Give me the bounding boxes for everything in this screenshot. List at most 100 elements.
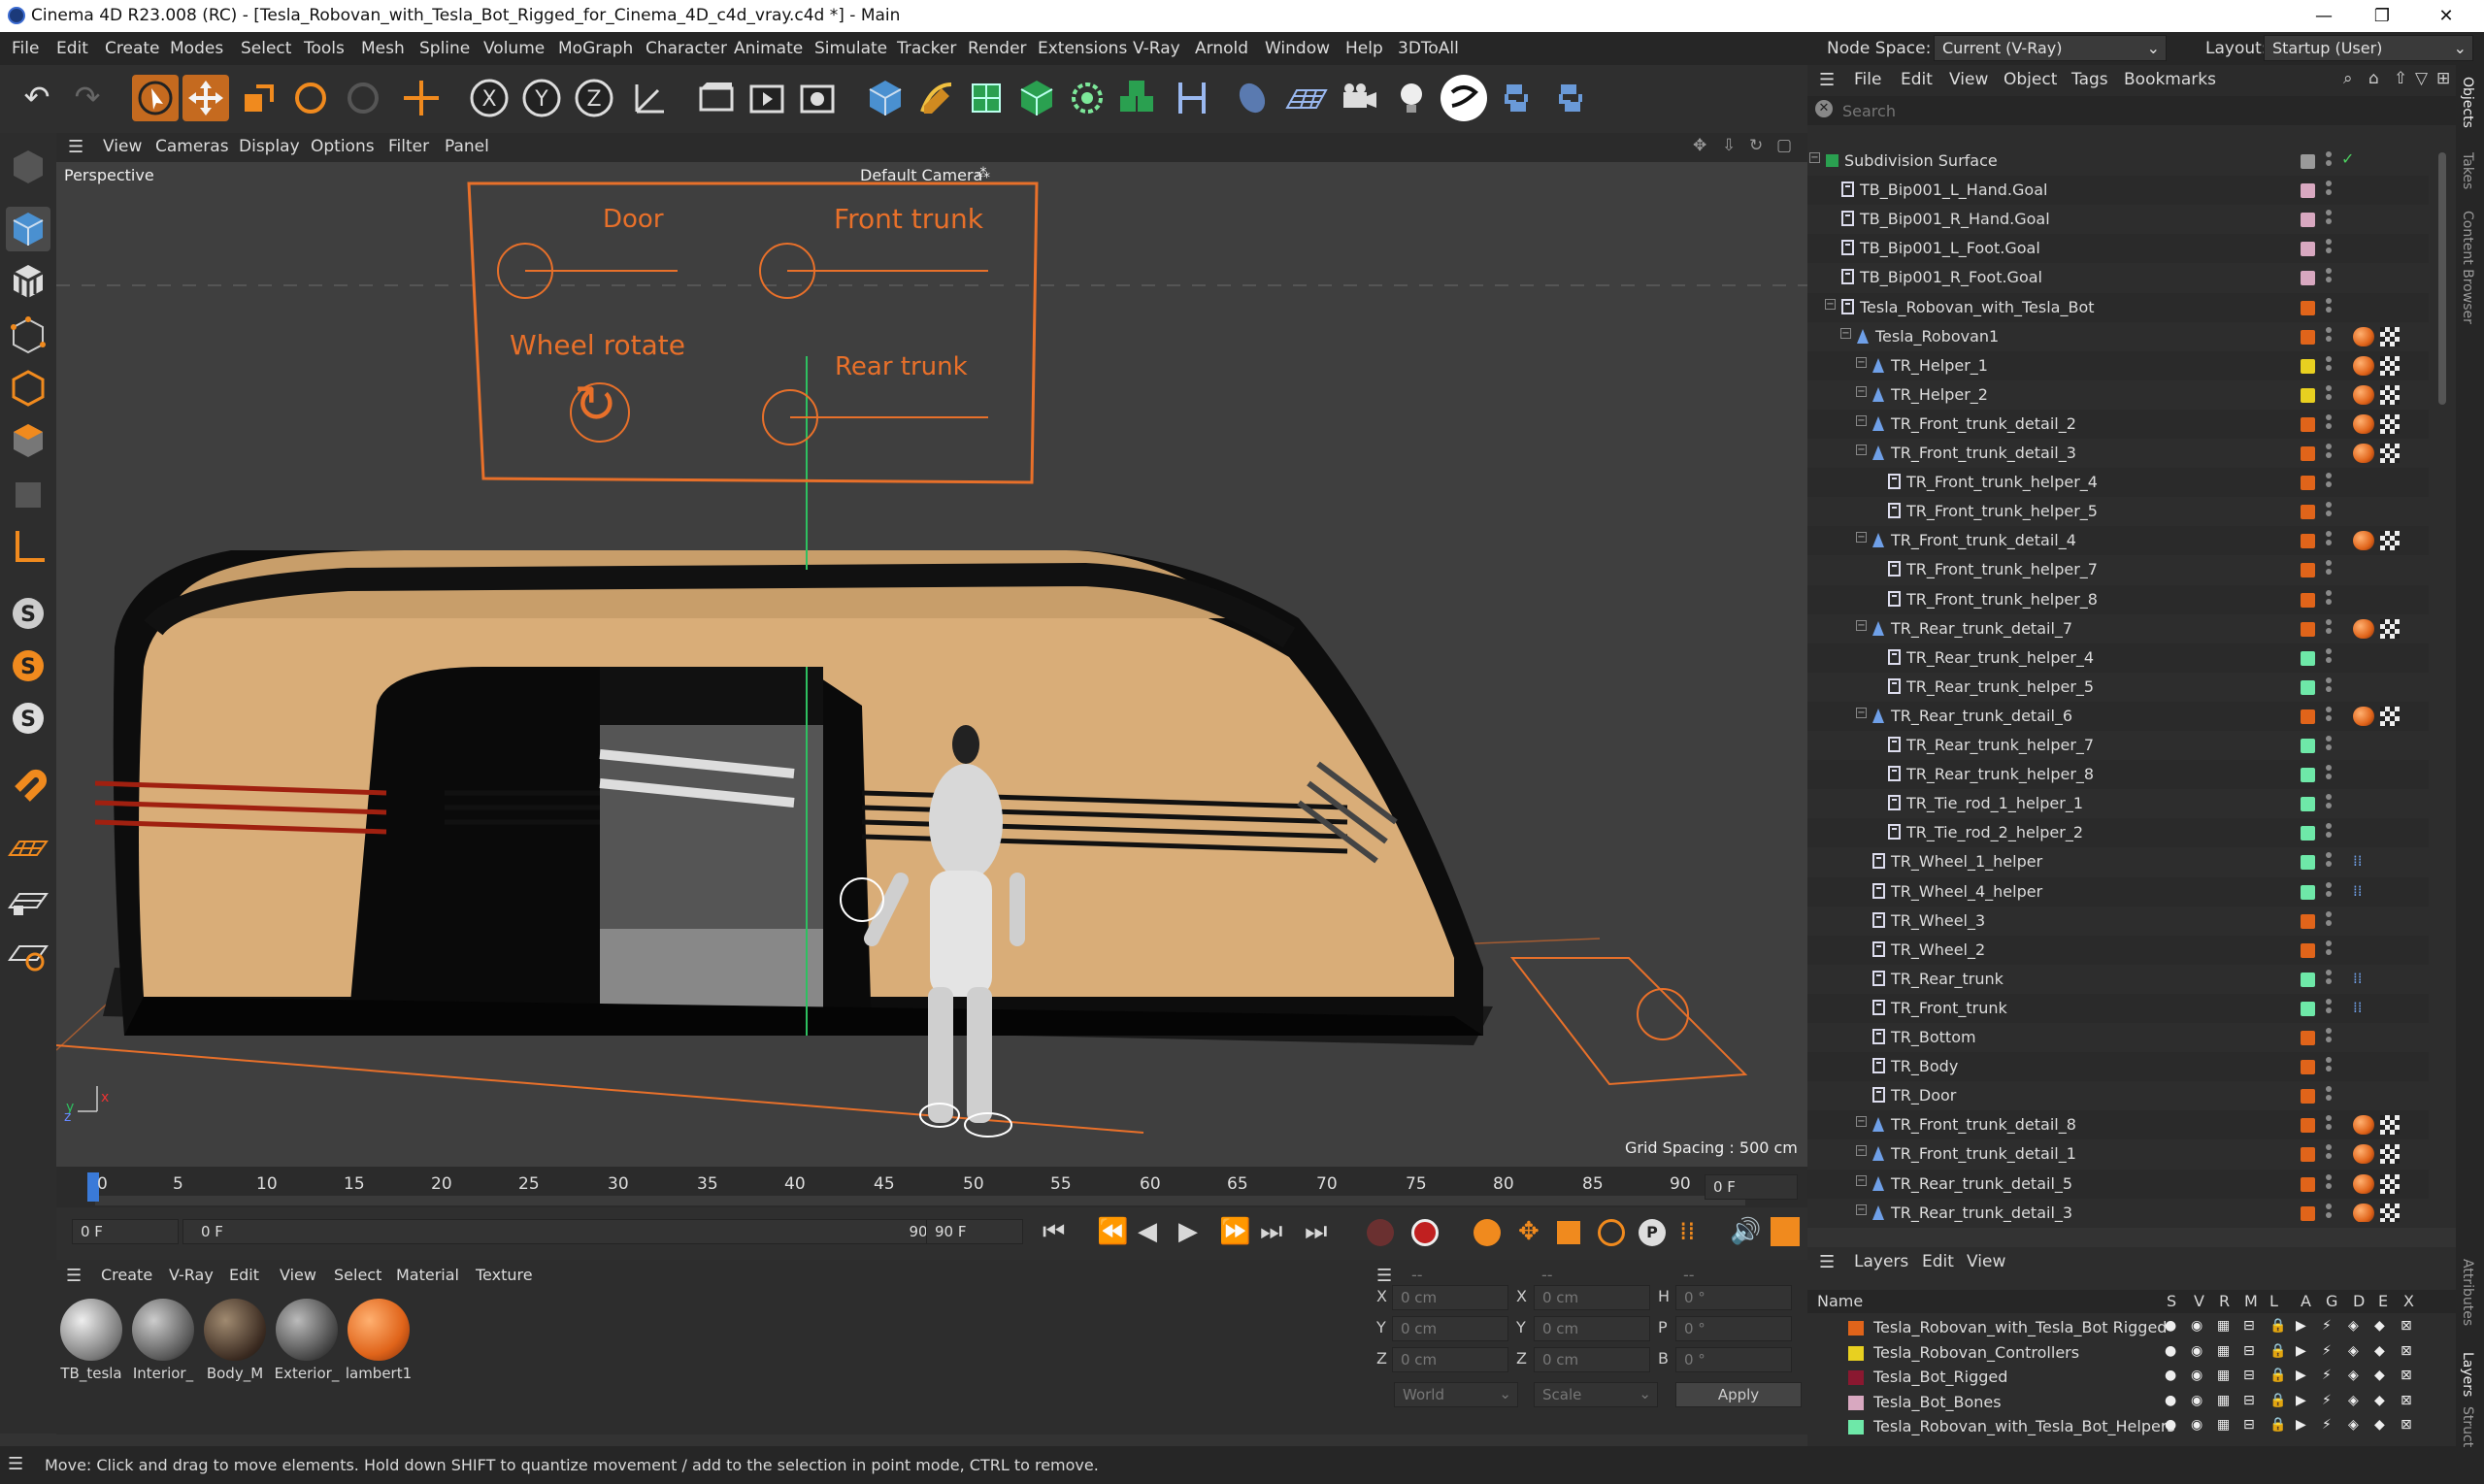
add-panel-icon[interactable]: ⊞ — [2436, 69, 2450, 88]
orbit-view-icon[interactable]: ↻ — [1749, 136, 1763, 155]
expand-toggle-icon[interactable]: − — [1856, 1116, 1867, 1127]
object-row[interactable]: TR_Front_trunk_helper_8 — [1807, 585, 2429, 614]
magnet-icon[interactable] — [6, 760, 50, 805]
visibility-dots-icon[interactable] — [2326, 560, 2332, 579]
menu-3dtoall[interactable]: 3DToAll — [1398, 39, 1459, 58]
object-row[interactable]: − TR_Rear_trunk_detail_6 — [1807, 702, 2429, 731]
layer-color-swatch[interactable] — [2301, 914, 2315, 929]
material-swatch[interactable] — [132, 1299, 194, 1361]
om-menu-edit[interactable]: Edit — [1901, 70, 1933, 89]
clear-search-icon[interactable]: ✕ — [1815, 100, 1833, 117]
minimize-button[interactable]: — — [2295, 0, 2353, 32]
next-key-icon[interactable]: ⏭ — [1260, 1217, 1282, 1247]
render-region-icon[interactable] — [693, 75, 740, 121]
visibility-dots-icon[interactable] — [2326, 1144, 2332, 1164]
animation-icon[interactable]: ▶ — [2296, 1368, 2306, 1383]
om-menu-file[interactable]: File — [1854, 70, 1881, 89]
menu-character[interactable]: Character — [646, 39, 727, 58]
field-icon[interactable] — [1229, 75, 1275, 121]
menu-edit[interactable]: Edit — [56, 39, 88, 58]
timeline-ruler[interactable]: 0 5 10 15 20 25 30 35 40 45 50 55 60 65 … — [56, 1167, 1807, 1207]
hamburger-icon[interactable]: ☰ — [1376, 1266, 1392, 1286]
y-axis-lock-icon[interactable]: Y — [518, 75, 565, 121]
object-row[interactable]: − TR_Helper_1 — [1807, 351, 2429, 380]
expand-toggle-icon[interactable]: − — [1856, 357, 1867, 368]
navigate-up-icon[interactable]: ⇧ — [2394, 69, 2407, 88]
mat-menu-view[interactable]: View — [280, 1266, 316, 1284]
redo-icon[interactable]: ↷ — [64, 75, 111, 121]
select-tool-icon[interactable] — [132, 75, 179, 121]
layer-color-swatch[interactable] — [2301, 446, 2315, 461]
flag-header-r[interactable]: R — [2219, 1292, 2230, 1310]
layer-color-swatch[interactable] — [1848, 1345, 1864, 1361]
object-row[interactable]: TR_Wheel_2 — [1807, 936, 2429, 965]
dolly-view-icon[interactable]: ⇩ — [1722, 136, 1736, 155]
camera-icon[interactable] — [1336, 75, 1382, 121]
expression-tag-icon[interactable]: ⁞⁞ — [2353, 882, 2363, 900]
deformer-icon[interactable]: ◈ — [2348, 1368, 2359, 1383]
deformer-icon[interactable]: ◈ — [2348, 1393, 2359, 1408]
menu-mograph[interactable]: MoGraph — [558, 39, 633, 58]
rotate-tool-icon[interactable] — [287, 75, 334, 121]
expand-toggle-icon[interactable]: − — [1856, 445, 1867, 455]
layer-color-swatch[interactable] — [2301, 359, 2315, 374]
om-scrollbar[interactable] — [2438, 152, 2446, 405]
object-row[interactable]: − TR_Rear_trunk_detail_7 — [1807, 614, 2429, 643]
close-window-button[interactable]: ✕ — [2417, 0, 2475, 32]
z-axis-lock-icon[interactable]: Z — [571, 75, 617, 121]
mat-menu-vray[interactable]: V-Ray — [169, 1266, 214, 1284]
rot-b-field[interactable]: 0 ° — [1675, 1347, 1792, 1372]
material-tag-icon[interactable] — [2353, 414, 2374, 434]
home-icon[interactable]: ⌂ — [2368, 69, 2379, 88]
material-tag-icon[interactable] — [2353, 619, 2374, 639]
xref-icon[interactable]: ⊠ — [2401, 1417, 2412, 1433]
object-row[interactable]: TR_Front_trunk_helper_7 — [1807, 555, 2429, 584]
layer-color-swatch[interactable] — [2301, 388, 2315, 403]
menu-help[interactable]: Help — [1345, 39, 1383, 58]
layer-color-swatch[interactable] — [2301, 1177, 2315, 1192]
render-icon[interactable]: ▦ — [2217, 1343, 2230, 1359]
visibility-dots-icon[interactable] — [2326, 151, 2332, 171]
menu-arnold[interactable]: Arnold — [1195, 39, 1248, 58]
axis-workplane-icon[interactable] — [6, 931, 50, 975]
visibility-dots-icon[interactable] — [2326, 765, 2332, 784]
layer-color-swatch[interactable] — [2301, 622, 2315, 637]
layer-color-swatch[interactable] — [1848, 1370, 1864, 1385]
vp-menu-panel[interactable]: Panel — [445, 137, 489, 156]
menu-mesh[interactable]: Mesh — [361, 39, 405, 58]
deformer-icon[interactable]: ◈ — [2348, 1417, 2359, 1433]
layer-color-swatch[interactable] — [2301, 301, 2315, 315]
eye-icon[interactable]: ◉ — [2191, 1318, 2202, 1334]
end-frame-field[interactable]: 90 F — [926, 1219, 1023, 1244]
texture-tag-icon[interactable] — [2380, 385, 2400, 405]
solo-dot-icon[interactable]: ● — [2165, 1417, 2176, 1433]
visibility-dots-icon[interactable] — [2326, 1204, 2332, 1222]
workplane-snap-icon[interactable]: S — [6, 696, 50, 741]
pos-y-field[interactable]: 0 cm — [1392, 1316, 1508, 1341]
layer-color-swatch[interactable] — [2301, 797, 2315, 811]
texture-tag-icon[interactable] — [2380, 1204, 2400, 1222]
texture-tag-icon[interactable] — [2380, 414, 2400, 434]
object-row[interactable]: − TR_Front_trunk_detail_3 — [1807, 439, 2429, 468]
object-row[interactable]: − Tesla_Robovan1 — [1807, 322, 2429, 351]
expand-toggle-icon[interactable]: − — [1840, 328, 1851, 339]
points-mode-icon[interactable] — [6, 313, 50, 358]
key-rotation-icon[interactable] — [1598, 1219, 1625, 1246]
menu-render[interactable]: Render — [968, 39, 1027, 58]
object-row[interactable]: TR_Wheel_4_helper ⁞⁞ — [1807, 877, 2429, 907]
visibility-dots-icon[interactable] — [2326, 1086, 2332, 1105]
step-forward-icon[interactable]: ⏩ — [1219, 1217, 1250, 1246]
lm-menu-layers[interactable]: Layers — [1854, 1252, 1908, 1271]
material-swatch[interactable] — [60, 1299, 122, 1361]
layer-color-swatch[interactable] — [2301, 563, 2315, 577]
layer-color-swatch[interactable] — [2301, 417, 2315, 432]
expand-toggle-icon[interactable]: − — [1856, 1175, 1867, 1186]
visibility-dots-icon[interactable] — [2326, 823, 2332, 842]
layer-color-swatch[interactable] — [2301, 973, 2315, 987]
expand-toggle-icon[interactable]: − — [1825, 299, 1836, 310]
timeline-track[interactable] — [95, 1196, 1745, 1205]
layer-color-swatch[interactable] — [2301, 183, 2315, 198]
menu-extensions[interactable]: Extensions — [1038, 39, 1127, 58]
axis-mode-icon[interactable] — [6, 525, 50, 570]
maximize-button[interactable]: ❐ — [2353, 0, 2411, 32]
